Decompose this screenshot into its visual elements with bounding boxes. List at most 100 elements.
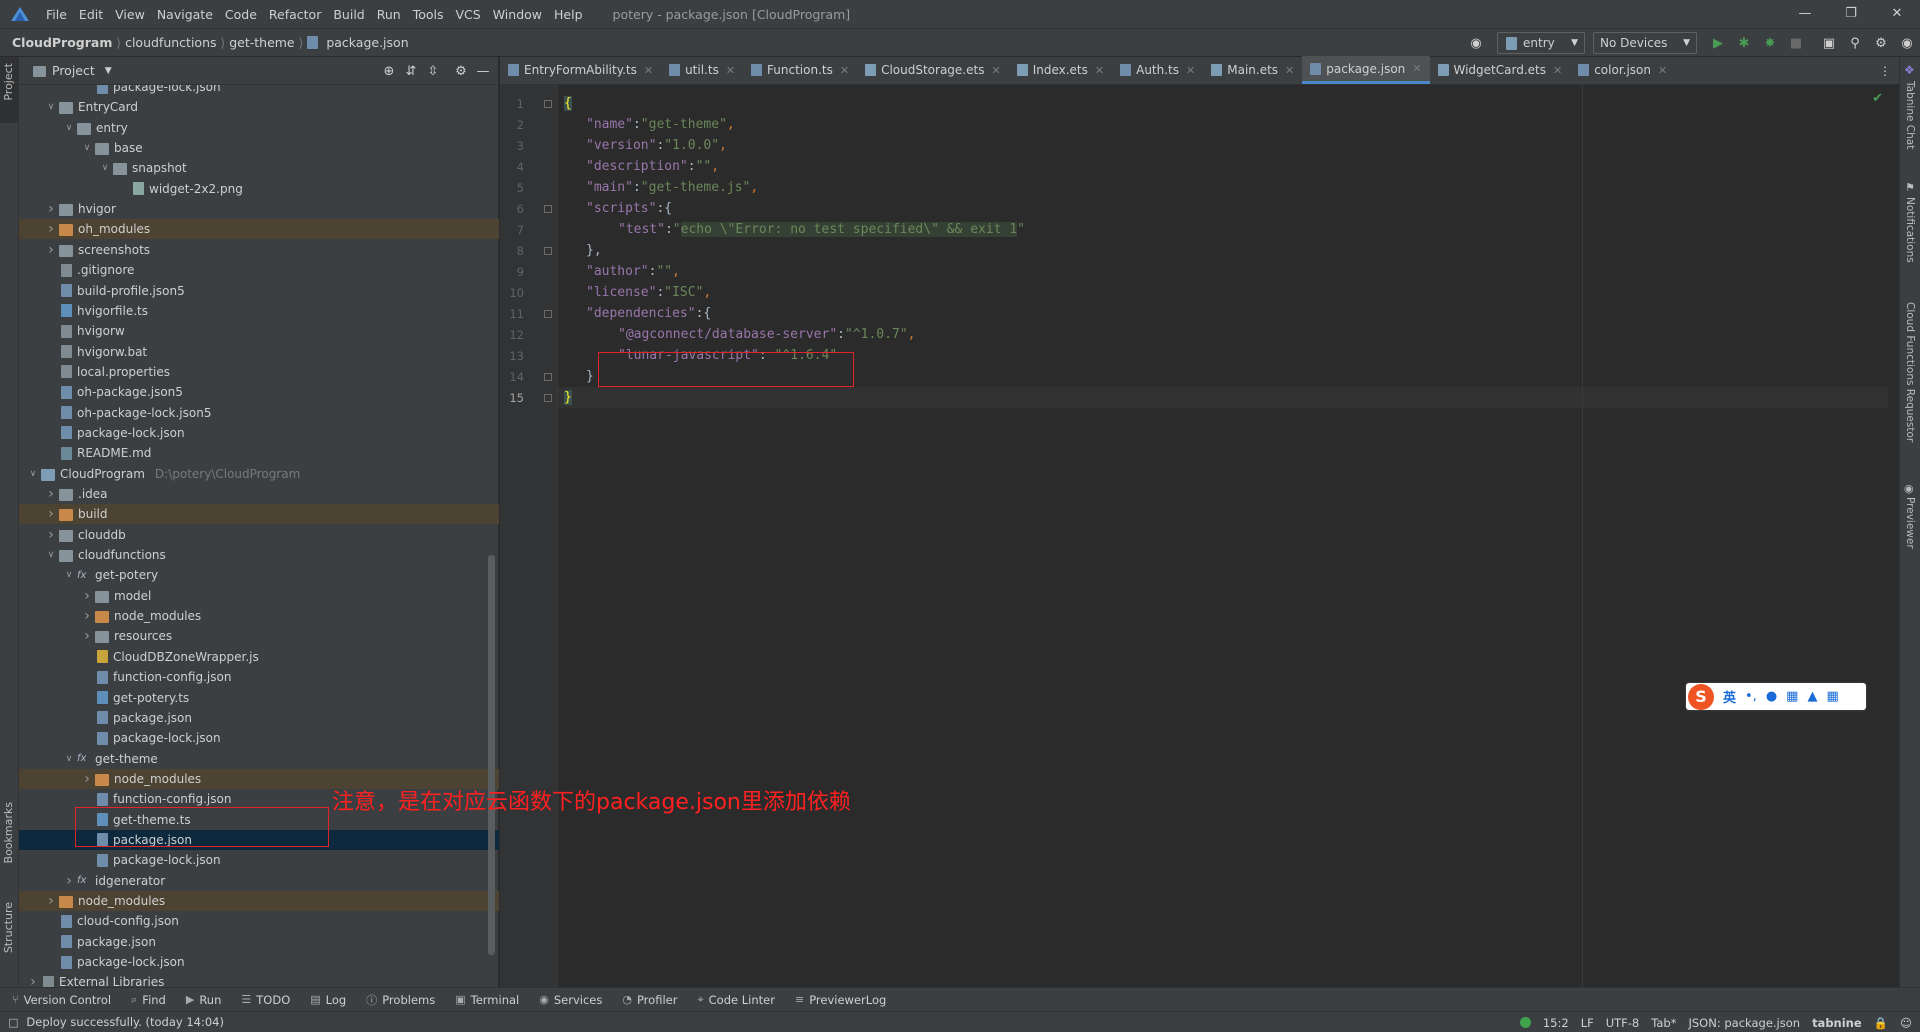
caret-position[interactable]: 15:2 (1543, 1016, 1569, 1030)
tree-item[interactable]: CloudDBZoneWrapper.js (19, 647, 499, 667)
tool-window-button[interactable]: ⓘ Problems (366, 992, 435, 1008)
status-toggle-icon[interactable]: □ (8, 1016, 18, 1029)
target-icon[interactable]: ◉ (1466, 33, 1486, 53)
tree-item[interactable]: › screenshots (19, 240, 499, 260)
tree-item[interactable]: ∨ EntryCard (19, 97, 499, 117)
bookmarks-tool-label[interactable]: Bookmarks (2, 802, 15, 863)
code-area[interactable]: { "name":"get-theme", "version":"1.0.0",… (558, 85, 1888, 987)
close-tab-icon[interactable]: ✕ (1553, 64, 1562, 77)
editor-tab[interactable]: WidgetCard.ets ✕ (1430, 56, 1571, 84)
attach-debugger-icon[interactable]: ✸ (1760, 33, 1780, 53)
device-select[interactable]: No Devices ▼ (1593, 32, 1697, 54)
previewer-label[interactable]: Previewer (1904, 497, 1916, 549)
chevron-right-icon[interactable]: › (43, 221, 59, 237)
editor-tab[interactable]: package.json ✕ (1302, 56, 1430, 84)
chevron-down-icon[interactable]: ∨ (43, 550, 59, 560)
chevron-right-icon[interactable]: › (79, 628, 95, 644)
tree-item[interactable]: › oh_modules (19, 219, 499, 240)
tree-item[interactable]: package.json (19, 708, 499, 728)
breadcrumb-cloudfunctions[interactable]: cloudfunctions (121, 35, 220, 50)
chevron-down-icon[interactable]: ∨ (61, 123, 77, 133)
tabnine-label[interactable]: tabnine (1812, 1016, 1862, 1030)
chevron-right-icon[interactable]: › (79, 608, 95, 624)
tool-window-button[interactable]: ≡ PreviewerLog (795, 993, 886, 1007)
microphone-icon[interactable]: ● (1766, 689, 1777, 704)
locate-icon[interactable]: ⊕ (378, 64, 400, 79)
tree-item[interactable]: .gitignore (19, 260, 499, 280)
editor-tab[interactable]: util.ts ✕ (661, 56, 743, 84)
menu-window[interactable]: Window (487, 7, 548, 22)
chevron-right-icon[interactable]: › (79, 771, 95, 787)
fold-marker-icon[interactable] (544, 100, 552, 108)
tool-window-button[interactable]: ▶ Run (186, 993, 222, 1007)
toolbox-icon[interactable]: ▦ (1826, 689, 1838, 704)
tree-item[interactable]: function-config.json (19, 667, 499, 687)
tool-window-button[interactable]: ☰ TODO (241, 993, 290, 1007)
tree-item[interactable]: › model (19, 586, 499, 606)
bell-icon[interactable]: ⚑ (1905, 181, 1915, 194)
cloud-functions-requestor-label[interactable]: Cloud Functions Requestor (1904, 302, 1916, 442)
tabnine-chat-label[interactable]: Tabnine Chat (1904, 81, 1916, 149)
tool-window-button[interactable]: ⌖ Code Linter (697, 993, 775, 1007)
tree-item[interactable]: › fx idgenerator (19, 871, 499, 891)
tree-item[interactable]: get-potery.ts (19, 688, 499, 708)
fold-marker-icon[interactable] (544, 205, 552, 213)
close-tab-icon[interactable]: ✕ (1285, 64, 1294, 77)
project-panel-title[interactable]: Project (52, 63, 95, 78)
menu-view[interactable]: View (109, 7, 151, 22)
tree-item[interactable]: › node_modules (19, 891, 499, 911)
tree-item[interactable]: › node_modules (19, 606, 499, 626)
close-tab-icon[interactable]: ✕ (1412, 62, 1421, 75)
tree-item[interactable]: hvigorw.bat (19, 342, 499, 362)
menu-refactor[interactable]: Refactor (263, 7, 327, 22)
menu-edit[interactable]: Edit (73, 7, 109, 22)
tree-item[interactable]: package.json (19, 932, 499, 952)
tree-item[interactable]: cloud-config.json (19, 911, 499, 931)
chevron-right-icon[interactable]: › (25, 974, 41, 987)
close-tab-icon[interactable]: ✕ (644, 64, 653, 77)
json-schema[interactable]: JSON: package.json (1688, 1016, 1800, 1030)
tree-item[interactable]: package-lock.json (19, 728, 499, 748)
chevron-right-icon[interactable]: › (79, 588, 95, 604)
tree-item[interactable]: ∨ base (19, 138, 499, 158)
chevron-right-icon[interactable]: › (43, 527, 59, 543)
chevron-right-icon[interactable]: › (43, 506, 59, 522)
fold-marker-icon[interactable] (544, 373, 552, 381)
gear-icon[interactable]: ⚙ (450, 64, 472, 79)
chevron-down-icon[interactable]: ∨ (61, 754, 77, 764)
tree-item[interactable]: widget-2x2.png (19, 179, 499, 199)
chevron-down-icon[interactable]: ∨ (25, 469, 41, 479)
tool-window-button[interactable]: ⑂ Version Control (12, 993, 111, 1007)
tabnine-icon[interactable]: ❖ (1904, 63, 1915, 77)
editor-tab[interactable]: Main.ets ✕ (1203, 56, 1302, 84)
close-icon[interactable]: ✕ (1874, 0, 1920, 28)
menu-build[interactable]: Build (327, 7, 370, 22)
indent-setting[interactable]: Tab* (1651, 1016, 1676, 1030)
tree-scrollbar[interactable] (488, 555, 495, 955)
breadcrumb-package-json[interactable]: package.json (322, 35, 412, 50)
chevron-right-icon[interactable]: › (61, 873, 77, 889)
expand-all-icon[interactable]: ⇵ (400, 64, 422, 79)
editor-tab[interactable]: CloudStorage.ets ✕ (857, 56, 1009, 84)
close-tab-icon[interactable]: ✕ (1658, 64, 1667, 77)
keyboard-icon[interactable]: ▦ (1786, 689, 1798, 704)
tree-item[interactable]: › build (19, 504, 499, 525)
tree-item[interactable]: oh-package.json5 (19, 382, 499, 402)
sogou-logo-icon[interactable]: S (1688, 683, 1714, 710)
breadcrumb-get-theme[interactable]: get-theme (225, 35, 298, 50)
chevron-down-icon[interactable]: ▼ (105, 66, 112, 76)
menu-help[interactable]: Help (548, 7, 589, 22)
collapse-all-icon[interactable]: ⇳ (422, 64, 444, 79)
tree-item[interactable]: package-lock.json (19, 952, 499, 972)
eye-icon[interactable]: ◉ (1904, 482, 1914, 495)
tree-item[interactable]: build-profile.json5 (19, 281, 499, 301)
run-icon[interactable]: ▶ (1708, 33, 1728, 53)
tree-item[interactable]: ∨ fx get-theme (19, 749, 499, 769)
tree-item[interactable]: › resources (19, 626, 499, 646)
chevron-down-icon[interactable]: ∨ (61, 570, 77, 580)
ime-language[interactable]: 英 (1723, 687, 1736, 706)
menu-vcs[interactable]: VCS (450, 7, 487, 22)
editor-tab[interactable]: Function.ts ✕ (743, 56, 857, 84)
tree-item[interactable]: › External Libraries (19, 972, 499, 987)
line-separator[interactable]: LF (1581, 1016, 1594, 1030)
